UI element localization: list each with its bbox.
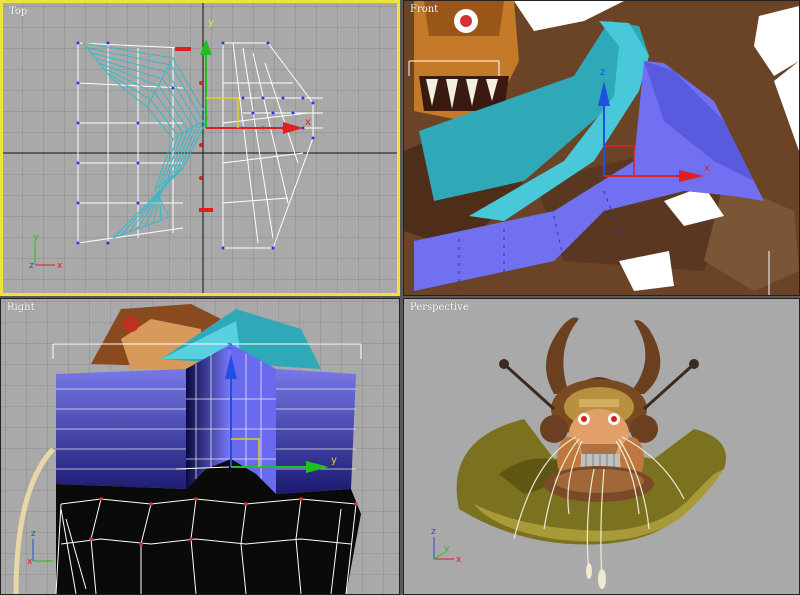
tripod-label-z: z [431,527,436,537]
gizmo-label-z: z [227,341,232,352]
viewport-label-top[interactable]: Top [9,6,27,17]
tripod-label-x: x [57,261,63,271]
viewport-right[interactable]: Right z y z x [0,298,400,595]
tripod-label-z: z [31,529,36,539]
viewport-label-perspective[interactable]: Perspective [410,302,469,313]
tripod-label-x: x [27,557,33,567]
viewport-label-right[interactable]: Right [7,302,35,313]
viewport-label-front[interactable]: Front [410,4,438,15]
tripod-label-y: y [444,544,450,554]
gizmo-label-y: y [331,455,337,466]
viewport-top[interactable]: Top y x y x z [0,0,400,296]
tripod-label-x: x [456,555,462,565]
gizmo-label-y: y [208,17,214,28]
tripod-label-y: y [33,233,39,243]
tripod-label-z: z [29,261,34,271]
viewport-perspective[interactable]: Perspective z x y [403,298,800,595]
right-view-canvas[interactable]: z y z x [1,299,399,594]
gizmo-label-x: x [305,117,311,128]
perspective-view-canvas[interactable]: z x y [404,299,799,594]
viewport-front[interactable]: Front z x [403,0,800,296]
front-view-canvas[interactable]: z x [404,1,799,295]
gizmo-label-x: x [704,163,710,174]
grid [3,3,397,293]
gizmo-label-z: z [600,67,605,78]
top-view-canvas[interactable]: y x y x z [3,3,397,293]
